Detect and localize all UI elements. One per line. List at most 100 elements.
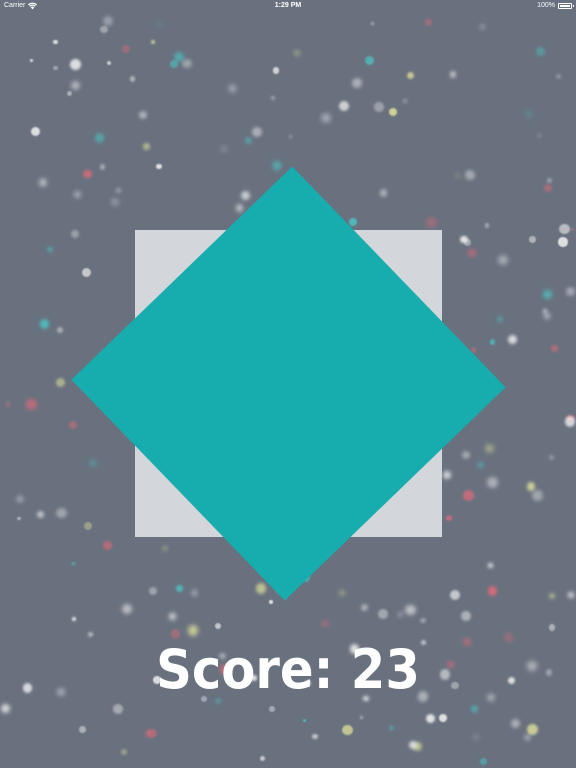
clock: 1:29 PM — [274, 2, 302, 9]
particle — [5, 402, 11, 407]
particle — [157, 23, 162, 27]
particle — [439, 714, 447, 723]
particle — [485, 443, 495, 454]
particle — [235, 204, 243, 212]
particle — [294, 50, 301, 57]
particle — [163, 546, 168, 551]
particle — [468, 249, 477, 258]
particle — [543, 309, 548, 314]
battery-icon — [558, 3, 574, 9]
particle — [446, 514, 453, 521]
particle — [311, 733, 318, 740]
particle — [90, 460, 96, 466]
particle — [465, 169, 476, 180]
particle — [361, 604, 369, 611]
particle — [56, 507, 67, 519]
particle — [145, 730, 153, 737]
particle — [191, 590, 198, 597]
particle — [39, 178, 47, 186]
game-scene[interactable]: Score: 23 Carrier 1:29 PM 100% — [0, 0, 576, 768]
particle — [388, 107, 397, 117]
particle — [241, 190, 250, 200]
particle — [53, 66, 58, 71]
particle — [442, 470, 451, 480]
particle — [36, 510, 44, 519]
particle — [83, 521, 92, 530]
particle — [407, 71, 415, 80]
particle — [288, 134, 292, 138]
particle — [113, 704, 123, 714]
particle — [473, 734, 478, 739]
particle — [532, 490, 544, 502]
particle — [142, 142, 150, 150]
particle — [94, 133, 105, 143]
particle — [70, 81, 80, 91]
particle — [461, 450, 471, 460]
particle — [484, 223, 490, 228]
particle — [525, 735, 531, 741]
particle — [352, 78, 362, 88]
particle — [528, 236, 536, 243]
particle — [405, 604, 417, 616]
particle — [389, 726, 393, 730]
particle — [1, 703, 11, 713]
particle — [169, 60, 178, 68]
particle — [408, 740, 417, 750]
particle — [17, 496, 24, 503]
score-label: Score: 23 — [156, 638, 420, 701]
particle — [187, 625, 199, 636]
particle — [56, 377, 66, 387]
particle — [107, 60, 112, 65]
particle — [424, 18, 432, 27]
particle — [565, 286, 575, 296]
particle — [461, 610, 472, 621]
particle — [546, 177, 553, 184]
particle — [543, 312, 550, 319]
particle — [68, 420, 78, 430]
particle — [175, 585, 183, 593]
particle — [71, 561, 76, 566]
particle — [412, 742, 422, 752]
particle — [425, 714, 435, 724]
particle — [497, 317, 503, 322]
particle — [378, 609, 389, 620]
particle — [99, 25, 108, 34]
particle — [103, 16, 114, 27]
particle — [82, 267, 92, 277]
particle — [510, 718, 520, 728]
particle — [487, 477, 498, 489]
particle — [338, 589, 346, 597]
particle — [139, 111, 147, 119]
particle — [339, 101, 350, 112]
status-bar: Carrier 1:29 PM 100% — [0, 0, 576, 12]
particle — [215, 622, 222, 629]
particle — [116, 187, 122, 193]
particle — [548, 592, 555, 599]
particle — [268, 705, 276, 712]
particle — [551, 345, 559, 353]
particle — [542, 289, 552, 299]
particle — [559, 223, 570, 235]
particle — [129, 76, 136, 82]
particle — [342, 724, 354, 736]
particle — [463, 490, 474, 501]
particle — [302, 718, 306, 722]
particle — [57, 327, 64, 334]
particle — [348, 218, 357, 227]
particle — [228, 85, 236, 93]
particle — [255, 583, 266, 594]
particle — [568, 591, 574, 598]
particle — [66, 91, 72, 97]
particle — [567, 414, 574, 422]
particle — [71, 617, 76, 622]
particle — [480, 25, 485, 30]
particle — [121, 750, 126, 755]
particle — [487, 586, 498, 596]
particle — [379, 189, 388, 197]
particle — [479, 757, 487, 765]
particle — [557, 237, 568, 248]
particle — [320, 112, 332, 124]
particle — [537, 133, 542, 138]
particle — [425, 216, 437, 228]
particle — [151, 40, 156, 45]
